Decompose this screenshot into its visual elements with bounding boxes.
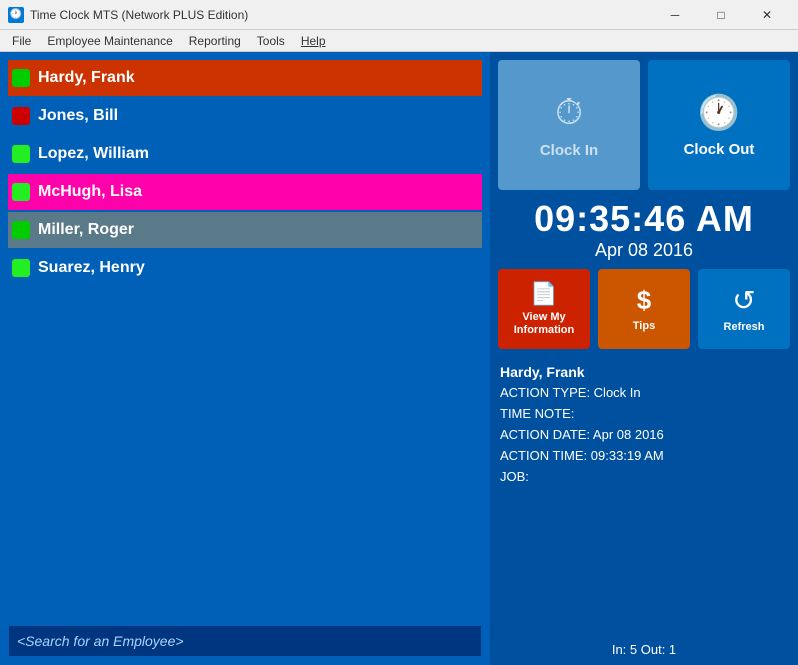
view-info-icon: 📄 xyxy=(530,281,557,307)
close-button[interactable]: ✕ xyxy=(744,0,790,30)
menu-tools[interactable]: Tools xyxy=(249,32,293,50)
current-date: Apr 08 2016 xyxy=(498,240,790,261)
employee-row[interactable]: Lopez, William xyxy=(8,136,482,172)
status-indicator xyxy=(12,69,30,87)
employee-panel: Hardy, Frank Jones, Bill Lopez, William McH… xyxy=(0,52,490,665)
refresh-button[interactable]: ↺ Refresh xyxy=(698,269,790,349)
info-panel: Hardy, Frank ACTION TYPE: Clock In TIME … xyxy=(498,357,790,630)
clock-buttons: ⏱ Clock In 🕐 Clock Out xyxy=(498,60,790,190)
employee-name-label: Lopez, William xyxy=(38,145,149,163)
last-action-job: JOB: xyxy=(500,467,788,488)
refresh-label: Refresh xyxy=(724,321,765,334)
last-action-time: ACTION TIME: 09:33:19 AM xyxy=(500,446,788,467)
tips-button[interactable]: $ Tips xyxy=(598,269,690,349)
minimize-button[interactable]: ─ xyxy=(652,0,698,30)
menu-help[interactable]: Help xyxy=(293,32,334,50)
clock-out-button[interactable]: 🕐 Clock Out xyxy=(648,60,790,190)
action-buttons: 📄 View MyInformation $ Tips ↺ Refresh xyxy=(498,269,790,349)
employee-name-label: Hardy, Frank xyxy=(38,69,135,87)
menu-bar: File Employee Maintenance Reporting Tool… xyxy=(0,30,798,52)
tips-label: Tips xyxy=(633,320,655,333)
clock-in-button[interactable]: ⏱ Clock In xyxy=(498,60,640,190)
employee-list: Hardy, Frank Jones, Bill Lopez, William McH… xyxy=(8,60,482,615)
title-bar-text: Time Clock MTS (Network PLUS Edition) xyxy=(30,8,652,22)
summary-line: In: 5 Out: 1 xyxy=(498,638,790,657)
summary-text: In: 5 Out: 1 xyxy=(612,642,676,657)
view-info-label: View MyInformation xyxy=(514,311,575,337)
clock-out-icon: 🕐 xyxy=(698,93,740,133)
right-panel: ⏱ Clock In 🕐 Clock Out 09:35:46 AM Apr 0… xyxy=(490,52,798,665)
clock-in-icon: ⏱ xyxy=(555,91,583,134)
last-action-employee: Hardy, Frank xyxy=(500,361,788,383)
status-indicator xyxy=(12,221,30,239)
last-action-type: ACTION TYPE: Clock In xyxy=(500,383,788,404)
employee-name-label: Suarez, Henry xyxy=(38,259,145,277)
tips-icon: $ xyxy=(637,285,651,316)
employee-name-label: Jones, Bill xyxy=(38,107,118,125)
app-icon: 🕐 xyxy=(8,7,24,23)
status-indicator xyxy=(12,107,30,125)
maximize-button[interactable]: □ xyxy=(698,0,744,30)
clock-in-label: Clock In xyxy=(540,142,598,159)
employee-row[interactable]: Suarez, Henry xyxy=(8,250,482,286)
menu-file[interactable]: File xyxy=(4,32,39,50)
title-bar: 🕐 Time Clock MTS (Network PLUS Edition) … xyxy=(0,0,798,30)
employee-row[interactable]: Miller, Roger xyxy=(8,212,482,248)
employee-name-label: Miller, Roger xyxy=(38,221,134,239)
employee-row[interactable]: Jones, Bill xyxy=(8,98,482,134)
employee-row[interactable]: McHugh, Lisa xyxy=(8,174,482,210)
refresh-icon: ↺ xyxy=(732,284,755,317)
view-info-button[interactable]: 📄 View MyInformation xyxy=(498,269,590,349)
last-action-time-note: TIME NOTE: xyxy=(500,404,788,425)
status-indicator xyxy=(12,145,30,163)
menu-employee-maintenance[interactable]: Employee Maintenance xyxy=(39,32,180,50)
search-placeholder: <Search for an Employee> xyxy=(17,633,184,649)
clock-out-label: Clock Out xyxy=(684,141,755,158)
search-bar[interactable]: <Search for an Employee> xyxy=(8,625,482,657)
employee-name-label: McHugh, Lisa xyxy=(38,183,142,201)
menu-reporting[interactable]: Reporting xyxy=(181,32,249,50)
status-indicator xyxy=(12,183,30,201)
employee-row[interactable]: Hardy, Frank xyxy=(8,60,482,96)
title-bar-controls: ─ □ ✕ xyxy=(652,0,790,30)
status-indicator xyxy=(12,259,30,277)
main-content: Hardy, Frank Jones, Bill Lopez, William McH… xyxy=(0,52,798,665)
current-time: 09:35:46 AM xyxy=(498,198,790,240)
last-action-date: ACTION DATE: Apr 08 2016 xyxy=(500,425,788,446)
time-display: 09:35:46 AM Apr 08 2016 xyxy=(498,198,790,261)
